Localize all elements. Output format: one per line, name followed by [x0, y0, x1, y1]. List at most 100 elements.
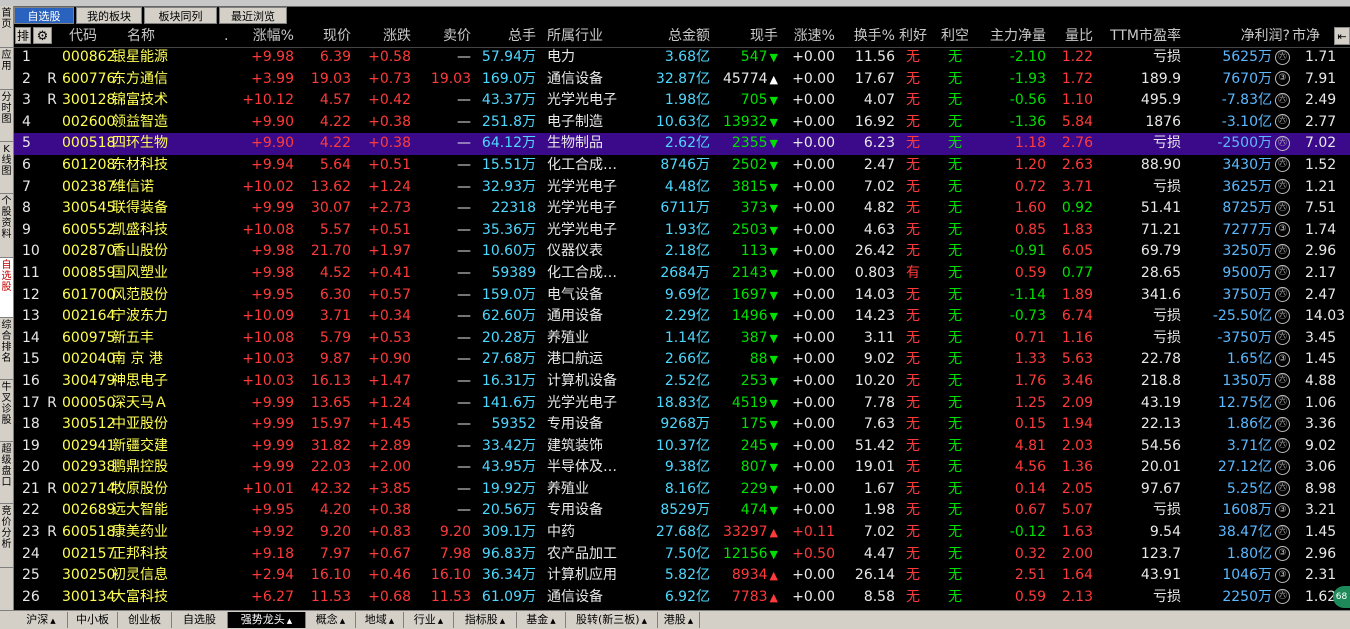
- profit-badge-icon[interactable]: ㊅: [1275, 481, 1290, 497]
- stock-name[interactable]: 东方通信: [112, 69, 192, 91]
- profit-badge-icon[interactable]: ㊅: [1275, 438, 1290, 454]
- profit-badge-icon[interactable]: ㊅: [1275, 308, 1290, 324]
- table-row[interactable]: 7 002387 维信诺 +10.02 13.62 +1.24—32.93万 光学光电子 4.…: [14, 177, 1350, 199]
- table-row[interactable]: 26 300134 大富科技 +6.27 11.53 +0.68 11.53 61.09万 通信…: [14, 587, 1350, 609]
- bottom-tab[interactable]: 沪深 ▲: [15, 612, 68, 628]
- stock-name[interactable]: 南 京 港: [112, 349, 192, 371]
- left-nav-item[interactable]: 超级盘口: [0, 442, 13, 504]
- profit-badge-icon[interactable]: ㊅: [1275, 589, 1290, 605]
- col-price[interactable]: 现价: [299, 25, 351, 47]
- bottom-tab[interactable]: 行业 ▲: [404, 612, 454, 628]
- table-row[interactable]: 13 002164 宁波东力 +10.09 3.71 +0.34—62.60万 通用设备 2.…: [14, 306, 1350, 328]
- profit-badge-icon[interactable]: ③: [1275, 546, 1290, 562]
- table-row[interactable]: 10 002870 香山股份 +9.98 21.70 +1.97—10.60万 仪器仪表 2.…: [14, 241, 1350, 263]
- stock-name[interactable]: 新五丰: [112, 328, 192, 350]
- stock-name[interactable]: 中亚股份: [112, 414, 192, 436]
- profit-badge-icon[interactable]: ㊅: [1275, 373, 1290, 389]
- table-row[interactable]: 5 000518 四环生物 +9.90 4.22 +0.38—64.12万 生物制品 2.62…: [14, 133, 1350, 155]
- stock-name[interactable]: 凯盛科技: [112, 220, 192, 242]
- stock-name[interactable]: 香山股份: [112, 241, 192, 263]
- profit-badge-icon[interactable]: ③: [1275, 502, 1290, 518]
- table-row[interactable]: 25 300250 初灵信息 +2.94 16.10 +0.46 16.10 36.34万 计算…: [14, 565, 1350, 587]
- col-code[interactable]: 代码: [69, 25, 119, 47]
- table-row[interactable]: 12 601700 风范股份 +9.95 6.30 +0.57—159.0万 电气设备 9.6…: [14, 285, 1350, 307]
- col-profit[interactable]: 净利润?: [1214, 25, 1290, 47]
- stock-name[interactable]: 银星能源: [112, 47, 192, 69]
- bottom-tab[interactable]: 股转(新三板) ▲: [566, 612, 658, 628]
- stock-name[interactable]: 大富科技: [112, 587, 192, 609]
- table-row[interactable]: 22 002689 远大智能 +9.95 4.20 +0.38—20.56万 专用设备 852…: [14, 500, 1350, 522]
- bottom-tab[interactable]: 自选股: [172, 612, 228, 628]
- left-nav-item[interactable]: K线图: [0, 142, 13, 194]
- stock-name[interactable]: 四环生物: [112, 133, 192, 155]
- stock-name[interactable]: 鹏鼎控股: [112, 457, 192, 479]
- col-industry[interactable]: 所属行业: [547, 25, 627, 47]
- profit-badge-icon[interactable]: ㊅: [1275, 395, 1290, 410]
- sort-button[interactable]: 排: [15, 27, 31, 44]
- stock-name[interactable]: 新疆交建: [112, 436, 192, 458]
- top-tab[interactable]: 我的板块: [76, 7, 142, 24]
- left-nav-item[interactable]: 分时图: [0, 90, 13, 142]
- profit-badge-icon[interactable]: ㊅: [1275, 49, 1290, 65]
- col-change[interactable]: 涨跌: [359, 25, 411, 47]
- col-amount[interactable]: 总金额: [634, 25, 710, 47]
- stock-name[interactable]: 国风塑业: [112, 263, 192, 285]
- bottom-tab[interactable]: 基金 ▲: [517, 612, 566, 628]
- table-row[interactable]: 23 R 600518 康美药业 +9.92 9.20 +0.83 9.20 309.1万 中药 2…: [14, 522, 1350, 544]
- col-vol-ratio[interactable]: 量比: [1049, 25, 1093, 47]
- table-row[interactable]: 18 300512 中亚股份 +9.99 15.97 +1.45—59352 专用设备 926…: [14, 414, 1350, 436]
- table-row[interactable]: 24 002157 正邦科技 +9.18 7.97 +0.67 7.98 96.83万 农产品加…: [14, 544, 1350, 566]
- bottom-tab[interactable]: 指标股 ▲: [454, 612, 517, 628]
- profit-badge-icon[interactable]: ③: [1275, 351, 1290, 367]
- stock-name[interactable]: 联得装备: [112, 198, 192, 220]
- left-nav-item[interactable]: 个股资料: [0, 194, 13, 258]
- left-nav-item[interactable]: 牛叉诊股: [0, 380, 13, 442]
- profit-badge-icon[interactable]: ㊅: [1275, 114, 1290, 130]
- profit-badge-icon[interactable]: ㊅: [1275, 157, 1290, 173]
- profit-badge-icon[interactable]: ㊅: [1275, 287, 1290, 303]
- stock-name[interactable]: 领益智造: [112, 112, 192, 134]
- col-vol[interactable]: 总手: [476, 25, 536, 47]
- profit-badge-icon[interactable]: ㊅: [1275, 330, 1290, 346]
- col-ask[interactable]: 卖价: [419, 25, 471, 47]
- left-nav-item[interactable]: 首页: [0, 6, 13, 48]
- stock-name[interactable]: 维信诺: [112, 177, 192, 199]
- table-row[interactable]: 17 R 000050 深天马Ａ +9.99 13.65 +1.24—141.6万 光学光电子…: [14, 393, 1350, 415]
- profit-badge-icon[interactable]: ㊅: [1275, 416, 1290, 432]
- table-row[interactable]: 4 002600 领益智造 +9.90 4.22 +0.38—251.8万 电子制造 10.6…: [14, 112, 1350, 134]
- top-tab[interactable]: 最近浏览: [219, 7, 287, 24]
- table-row[interactable]: 3 R 300128 锦富技术 +10.12 4.57 +0.42—43.37万 光学光电子 1…: [14, 90, 1350, 112]
- stock-name[interactable]: 东材科技: [112, 155, 192, 177]
- left-nav-item[interactable]: 自选股: [0, 258, 13, 318]
- profit-badge-icon[interactable]: ㊅: [1275, 459, 1290, 475]
- table-row[interactable]: 19 002941 新疆交建 +9.99 31.82 +2.89—33.42万 建筑装饰 10…: [14, 436, 1350, 458]
- scroll-right-icon[interactable]: ⇤: [1334, 27, 1350, 45]
- gear-icon[interactable]: ⚙: [33, 27, 52, 44]
- table-row[interactable]: 21 R 002714 牧原股份 +10.01 42.32 +3.85—19.92万 养殖业 8…: [14, 479, 1350, 501]
- stock-name[interactable]: 牧原股份: [112, 479, 192, 501]
- table-row[interactable]: 20 002938 鹏鼎控股 +9.99 22.03 +2.00—43.95万 半导体及… 9…: [14, 457, 1350, 479]
- stock-name[interactable]: 风范股份: [112, 285, 192, 307]
- profit-badge-icon[interactable]: ㊅: [1275, 92, 1290, 108]
- col-speed[interactable]: 涨速%: [779, 25, 835, 47]
- left-nav-item[interactable]: 竞价分析: [0, 504, 13, 568]
- bottom-tab[interactable]: 地域 ▲: [356, 612, 404, 628]
- profit-badge-icon[interactable]: ㊅: [1275, 243, 1290, 259]
- table-row[interactable]: 14 600975 新五丰 +10.08 5.79 +0.53—20.28万 养殖业 1.14…: [14, 328, 1350, 350]
- stock-name[interactable]: 宁波东力: [112, 306, 192, 328]
- left-nav-item[interactable]: 应用: [0, 48, 13, 90]
- col-pct[interactable]: 涨幅%: [232, 25, 294, 47]
- table-row[interactable]: 2 R 600776 东方通信 +3.99 19.03 +0.73 19.03 169.0万 通信…: [14, 69, 1350, 91]
- profit-badge-icon[interactable]: ㊅: [1275, 265, 1290, 281]
- col-name[interactable]: 名称: [127, 25, 187, 47]
- stock-name[interactable]: 神思电子: [112, 371, 192, 393]
- col-net-inflow[interactable]: 主力净量: [974, 25, 1046, 47]
- table-row[interactable]: 1 000862 银星能源 +9.98 6.39 +0.58—57.94万 电力 3.68亿 5…: [14, 47, 1350, 69]
- table-row[interactable]: 15 002040 南 京 港 +10.03 9.87 +0.90—27.68万 港口航运 2…: [14, 349, 1350, 371]
- corner-badge[interactable]: 68: [1333, 586, 1350, 608]
- col-bad[interactable]: 利空: [936, 25, 974, 47]
- col-turnover[interactable]: 换手%: [839, 25, 895, 47]
- bottom-tab[interactable]: 创业板: [118, 612, 172, 628]
- profit-badge-icon[interactable]: ㊅: [1275, 179, 1290, 195]
- bottom-tab[interactable]: 中小板: [68, 612, 118, 628]
